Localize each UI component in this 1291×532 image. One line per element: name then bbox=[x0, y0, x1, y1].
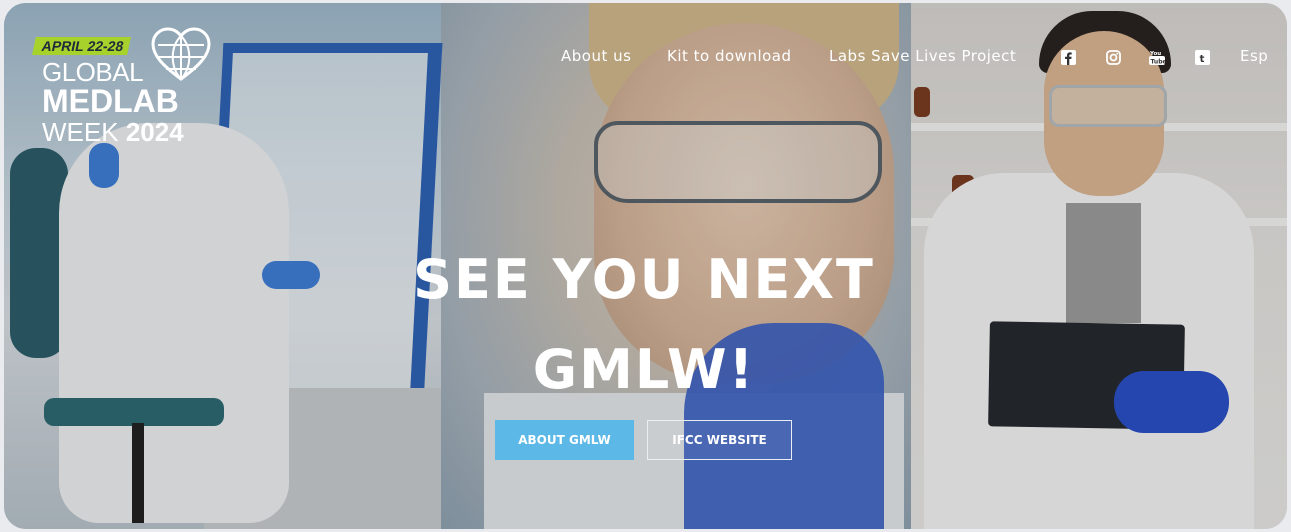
hero-headline-line2: GMLW! bbox=[532, 338, 756, 401]
logo-text-year: 2024 bbox=[125, 117, 184, 147]
date-badge: APRIL 22-28 bbox=[32, 37, 132, 55]
logo-text-medlab: MEDLAB bbox=[42, 83, 179, 119]
facebook-icon[interactable] bbox=[1059, 48, 1077, 66]
logo-text-global: GLOBAL bbox=[42, 57, 144, 87]
logo-text-week-word: WEEK bbox=[42, 117, 119, 147]
hero-headline-line1: SEE YOU NEXT bbox=[413, 248, 875, 311]
youtube-icon[interactable]: You Tube bbox=[1148, 48, 1166, 66]
language-switch[interactable]: Esp bbox=[1240, 47, 1268, 65]
tumblr-icon[interactable]: t bbox=[1193, 48, 1211, 66]
nav-kit-to-download[interactable]: Kit to download bbox=[667, 47, 792, 65]
about-gmlw-button[interactable]: ABOUT GMLW bbox=[495, 420, 634, 460]
globe-heart-icon bbox=[151, 27, 211, 81]
svg-text:Tube: Tube bbox=[1151, 58, 1166, 65]
instagram-icon[interactable] bbox=[1104, 48, 1122, 66]
gmlw-logo[interactable]: APRIL 22-28 GLOBAL MEDLAB WEEK 2024 bbox=[32, 27, 214, 150]
hero-headline: SEE YOU NEXT GMLW! bbox=[344, 235, 944, 415]
svg-text:t: t bbox=[1199, 54, 1204, 65]
ifcc-website-button[interactable]: IFCC WEBSITE bbox=[647, 420, 792, 460]
hero-banner: APRIL 22-28 GLOBAL MEDLAB WEEK 2024 Abou… bbox=[4, 3, 1287, 529]
logo-text-week: WEEK 2024 bbox=[42, 118, 184, 146]
nav-about-us[interactable]: About us bbox=[561, 47, 631, 65]
nav-labs-save-lives[interactable]: Labs Save Lives Project bbox=[829, 47, 1016, 65]
